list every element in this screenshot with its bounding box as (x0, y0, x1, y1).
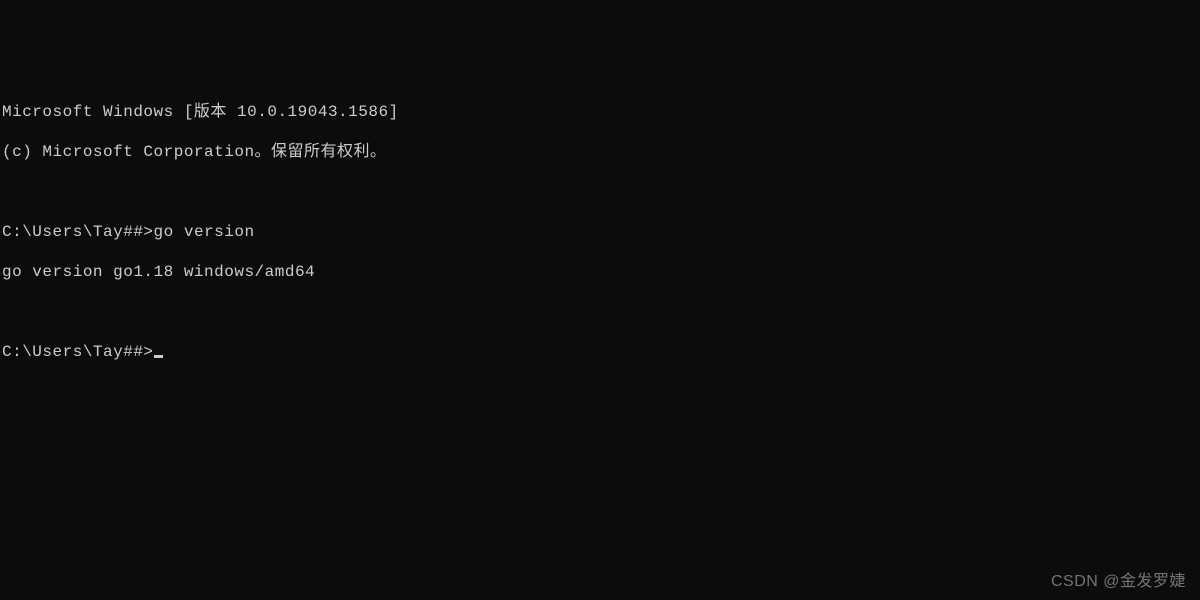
output-line: go version go1.18 windows/amd64 (2, 262, 1198, 282)
banner-line: Microsoft Windows [版本 10.0.19043.1586] (2, 102, 1198, 122)
prompt: C:\Users\Tay##> (2, 342, 154, 362)
cursor-icon (154, 355, 163, 358)
copyright-line: (c) Microsoft Corporation。保留所有权利。 (2, 142, 1198, 162)
active-prompt-line[interactable]: C:\Users\Tay##> (2, 342, 1198, 362)
prompt: C:\Users\Tay##> (2, 222, 154, 242)
watermark-text: CSDN @金发罗婕 (1051, 572, 1186, 592)
command-line: C:\Users\Tay##>go version (2, 222, 1198, 242)
blank-line (2, 182, 1198, 202)
terminal-output[interactable]: Microsoft Windows [版本 10.0.19043.1586] (… (2, 82, 1198, 382)
blank-line (2, 302, 1198, 322)
command-text: go version (154, 222, 255, 242)
